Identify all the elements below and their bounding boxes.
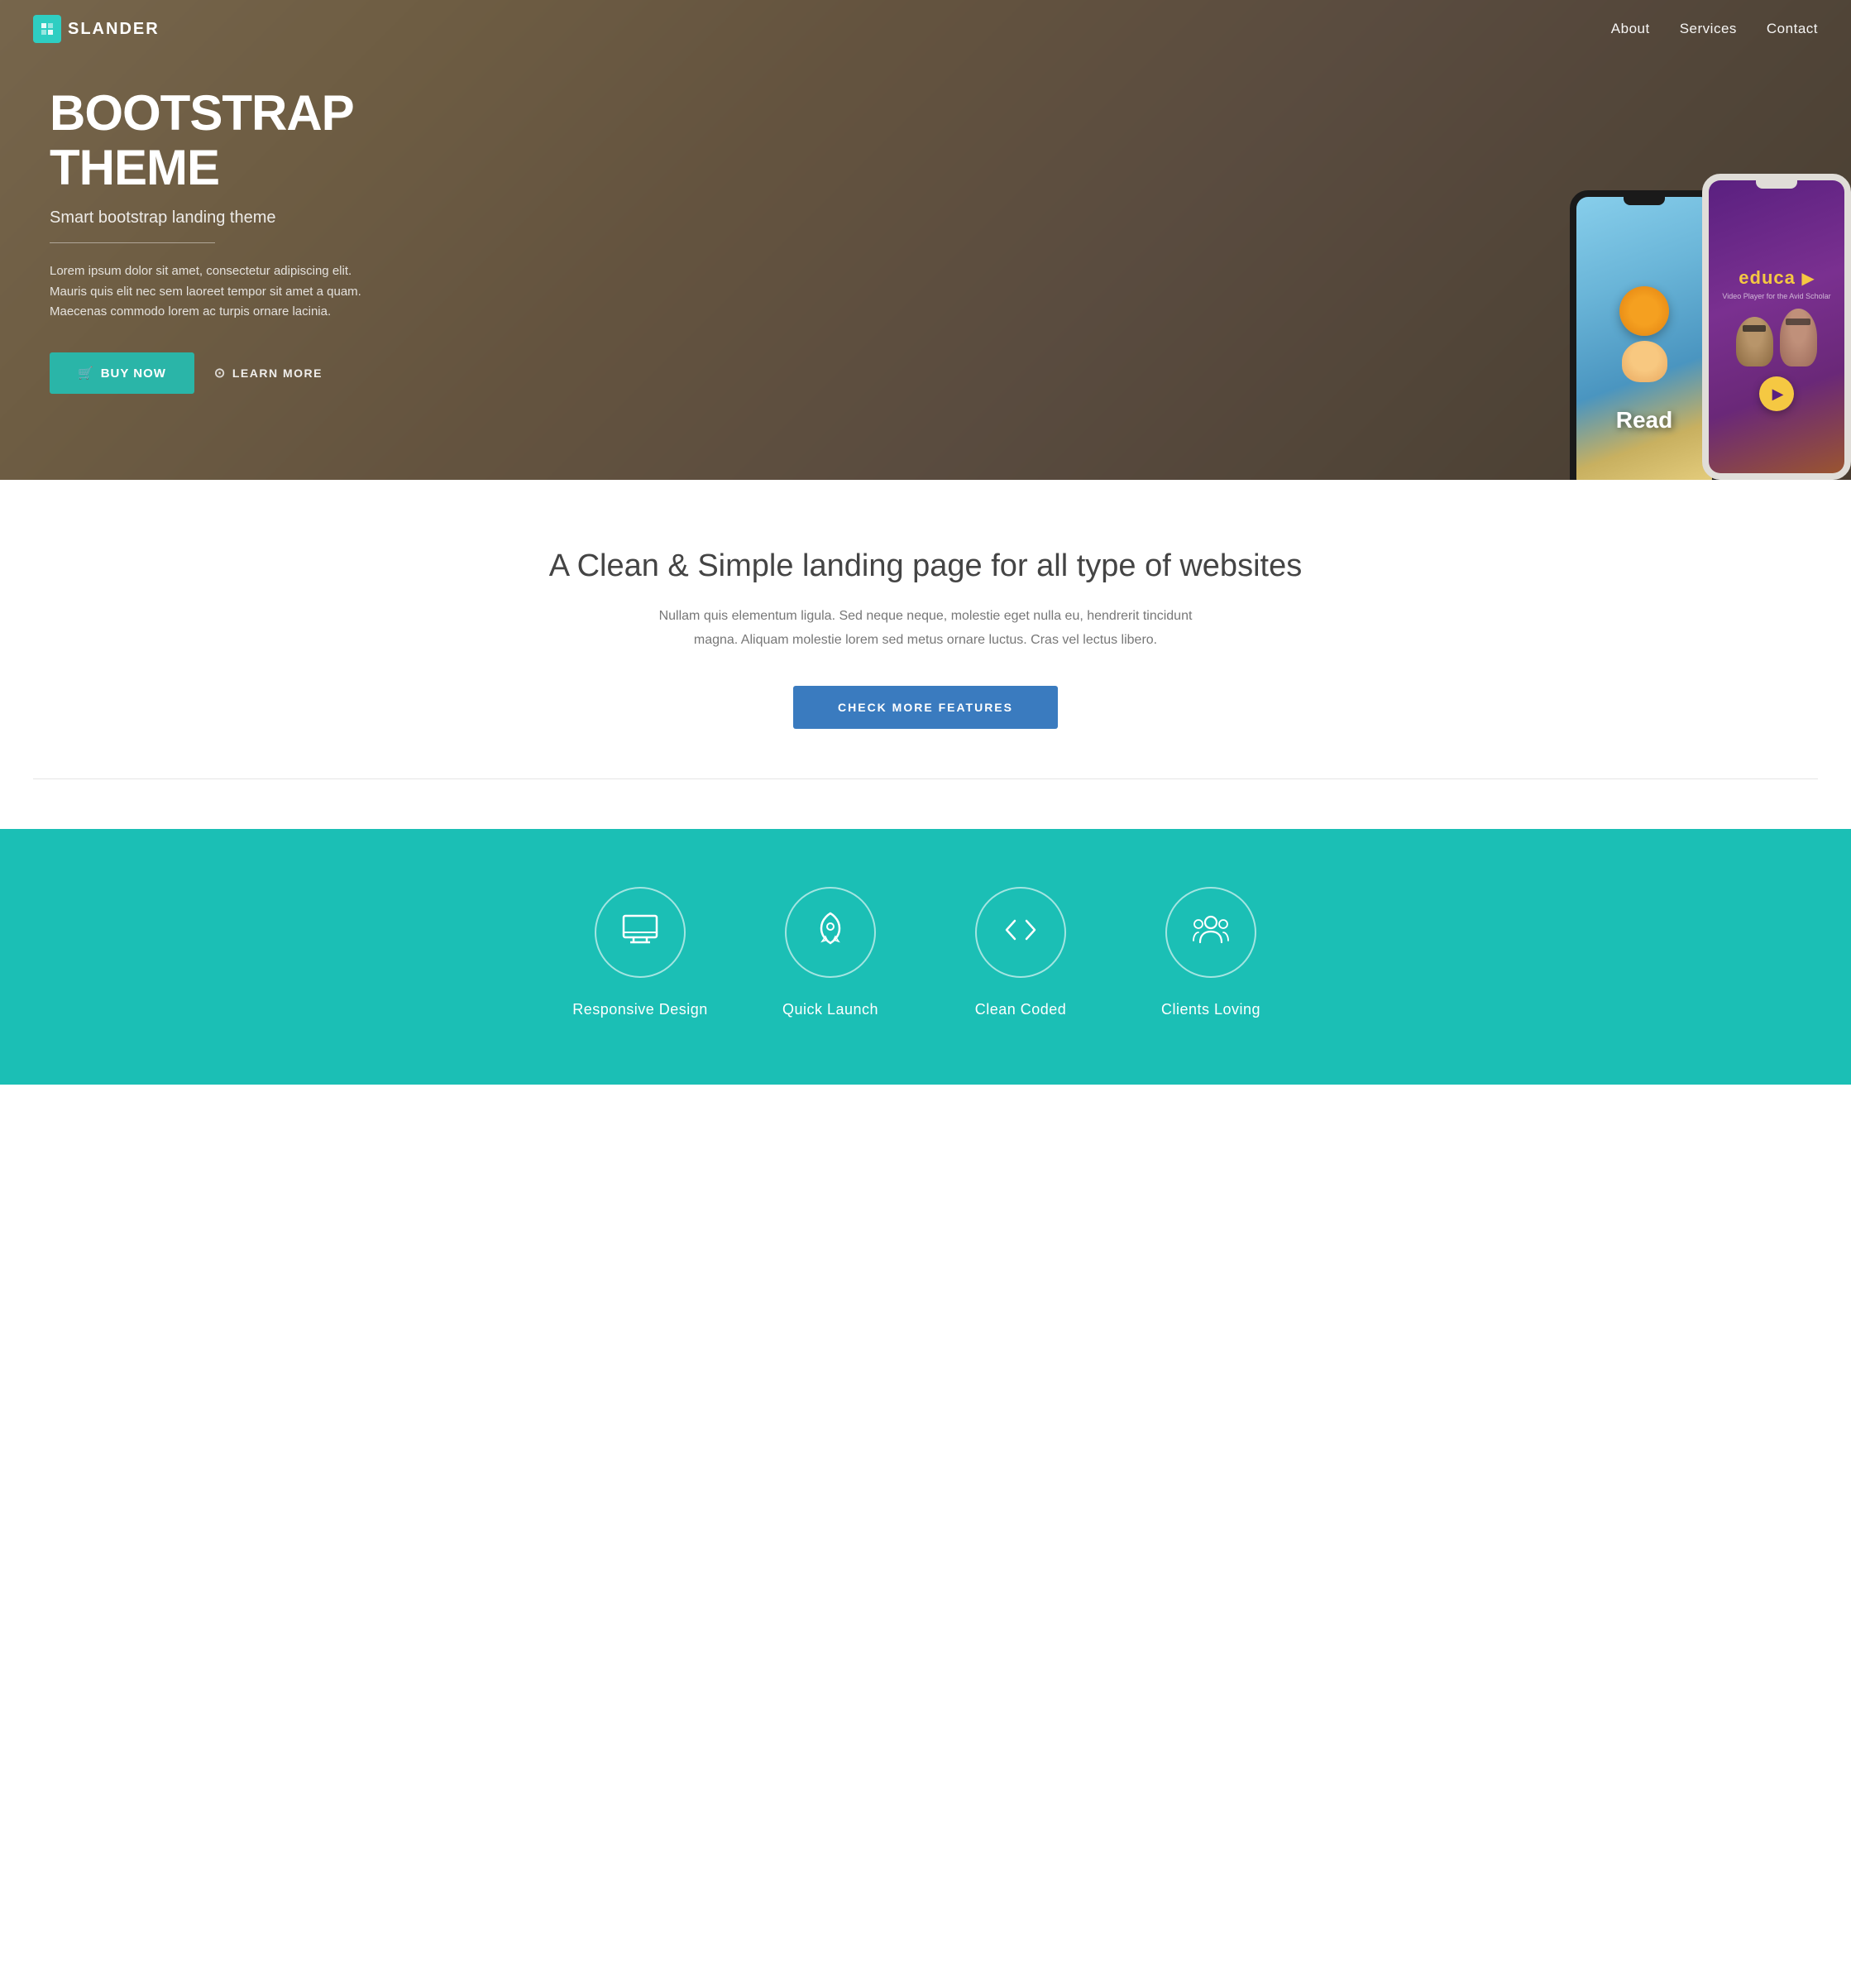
educa-title: educa xyxy=(1739,267,1796,288)
nav-links: About Services Contact xyxy=(1611,21,1818,37)
feature-label-code: Clean Coded xyxy=(942,1001,1099,1018)
features-intro-heading: A Clean & Simple landing page for all ty… xyxy=(33,546,1818,587)
nav-item-about[interactable]: About xyxy=(1611,21,1650,37)
monitor-icon xyxy=(622,914,658,950)
features-intro-description: Nullam quis elementum ligula. Sed neque … xyxy=(636,605,1215,653)
feature-label-launch: Quick Launch xyxy=(752,1001,909,1018)
logo[interactable]: SLANDER xyxy=(33,15,160,43)
educa-play-icon: ▶ xyxy=(1801,270,1814,288)
learn-more-label: LEARN MORE xyxy=(232,366,323,380)
character-1 xyxy=(1736,317,1773,366)
phone-screen-white: educa ▶ Video Player for the Avid Schola… xyxy=(1709,180,1844,473)
features-icons-section: Responsive Design Quick Launch xyxy=(0,829,1851,1085)
feature-clients-loving: Clients Loving xyxy=(1116,887,1306,1018)
features-section-divider xyxy=(33,778,1818,779)
nav-link-services[interactable]: Services xyxy=(1680,21,1737,36)
rocket-icon xyxy=(815,912,846,952)
feature-label-responsive: Responsive Design xyxy=(562,1001,719,1018)
feature-circle-clients xyxy=(1165,887,1256,978)
hero-content: BOOTSTRAP THEME Smart bootstrap landing … xyxy=(0,86,430,394)
phone-notch-white xyxy=(1756,180,1797,189)
play-triangle: ▶ xyxy=(1772,386,1784,403)
nav-link-about[interactable]: About xyxy=(1611,21,1650,36)
hero-divider xyxy=(50,242,215,243)
users-icon xyxy=(1192,914,1230,950)
phone-black: 14:06 PM Read xyxy=(1570,190,1719,480)
app-educa-screen: educa ▶ Video Player for the Avid Schola… xyxy=(1709,180,1844,473)
educa-characters xyxy=(1736,309,1817,366)
hero-description: Lorem ipsum dolor sit amet, consectetur … xyxy=(50,261,380,323)
glasses-2 xyxy=(1786,319,1810,325)
feature-clean-coded: Clean Coded xyxy=(926,887,1116,1018)
feature-circle-launch xyxy=(785,887,876,978)
educa-header: educa ▶ xyxy=(1739,267,1814,289)
balloon-graphic xyxy=(1619,286,1669,336)
educa-subtitle: Video Player for the Avid Scholar xyxy=(1722,292,1830,300)
logo-icon xyxy=(33,15,61,43)
feature-label-clients: Clients Loving xyxy=(1132,1001,1289,1018)
hero-title: BOOTSTRAP THEME xyxy=(50,86,380,195)
hero-buttons: 🛒 BUY NOW ⊙ LEARN MORE xyxy=(50,352,380,394)
nav-item-contact[interactable]: Contact xyxy=(1767,21,1818,37)
buy-now-button[interactable]: 🛒 BUY NOW xyxy=(50,352,194,394)
glasses-1 xyxy=(1743,325,1766,332)
check-features-button[interactable]: CHECK MORE FEATURES xyxy=(793,686,1058,729)
cart-icon: 🛒 xyxy=(78,366,94,381)
feature-circle-responsive xyxy=(595,887,686,978)
hero-subtitle: Smart bootstrap landing theme xyxy=(50,208,380,228)
circle-icon: ⊙ xyxy=(214,365,227,381)
nav-link-contact[interactable]: Contact xyxy=(1767,21,1818,36)
nav-item-services[interactable]: Services xyxy=(1680,21,1737,37)
features-intro-section: A Clean & Simple landing page for all ty… xyxy=(0,480,1851,829)
app-read-screen: Read xyxy=(1576,197,1712,480)
feature-responsive-design: Responsive Design xyxy=(545,887,735,1018)
phone-screen-black: Read xyxy=(1576,197,1712,480)
app-read-title: Read xyxy=(1616,407,1672,434)
phone-white: 14:06 PM educa ▶ Video Player for the Av… xyxy=(1702,174,1851,480)
feature-circle-code xyxy=(975,887,1066,978)
buy-now-label: BUY NOW xyxy=(101,366,166,381)
hero-section: BOOTSTRAP THEME Smart bootstrap landing … xyxy=(0,0,1851,480)
logo-text: SLANDER xyxy=(68,20,160,39)
code-icon xyxy=(1003,917,1038,948)
character-head xyxy=(1622,341,1667,382)
hero-phones: 14:06 PM Read 14:06 PM educa xyxy=(1570,174,1851,480)
feature-quick-launch: Quick Launch xyxy=(735,887,926,1018)
phone-notch-black xyxy=(1624,197,1665,205)
character-2 xyxy=(1780,309,1817,366)
navbar: SLANDER About Services Contact xyxy=(0,0,1851,58)
play-button-graphic: ▶ xyxy=(1759,376,1794,411)
learn-more-button[interactable]: ⊙ LEARN MORE xyxy=(214,365,323,381)
